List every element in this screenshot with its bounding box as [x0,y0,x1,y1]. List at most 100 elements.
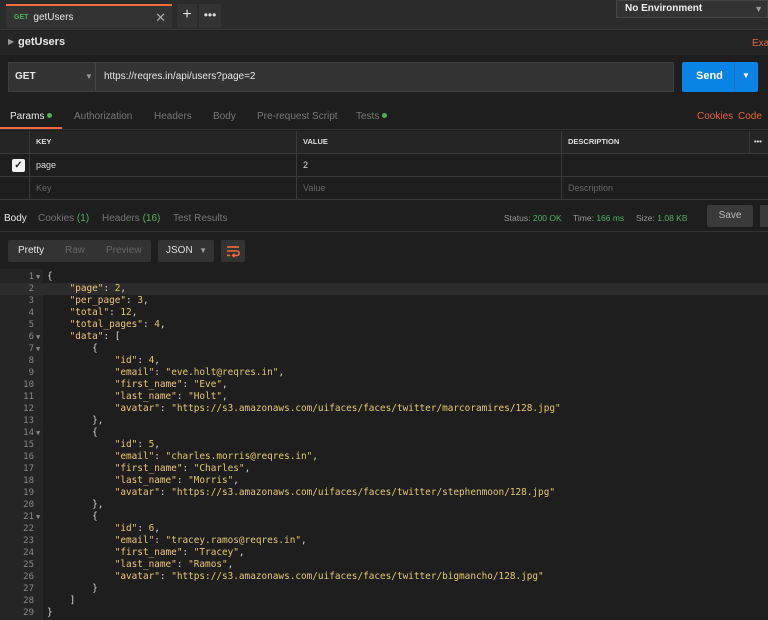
tab-tests-label: Tests [356,111,380,122]
line-number: 9 [28,368,34,378]
tab-response-body[interactable]: Body [4,213,27,224]
code-line: 25 "last_name": "Ramos", [0,559,768,571]
line-number: 11 [23,392,34,402]
code-text: "first_name": "Charles", [114,463,251,474]
wrap-lines-button[interactable] [221,240,245,262]
request-tabs: Params Authorization Headers Body Pre-re… [0,104,768,130]
code-line: 19 "avatar": "https://s3.amazonaws.com/u… [0,487,768,499]
code-line: 24 "first_name": "Tracey", [0,547,768,559]
format-select[interactable]: JSON ▼ [158,240,214,262]
fold-toggle-icon[interactable]: ▼ [36,343,40,355]
fold-toggle-icon[interactable]: ▼ [36,511,40,523]
send-button[interactable]: Send ▼ [682,62,758,92]
preview-mode-button[interactable]: Preview [106,245,142,256]
close-icon[interactable]: ✕ [155,10,166,26]
code-text: { [47,343,98,354]
code-line: 7 ▼ { [0,343,768,355]
pretty-mode-button[interactable]: Pretty [18,245,44,256]
code-text: }, [47,499,104,510]
code-text: "data": [ [69,331,121,342]
param-enabled-checkbox[interactable]: ✓ [12,159,25,172]
tab-method-badge: GET [14,13,29,21]
save-response-button[interactable]: Save [707,205,753,227]
environment-select[interactable]: No Environment ▼ [616,0,768,18]
code-text: "id": 4, [114,355,160,366]
tab-headers[interactable]: Headers [154,111,192,122]
line-number: 24 [23,548,34,558]
size-value: 1.08 KB [657,213,688,223]
response-body-editor[interactable]: 1 ▼{2 "page": 2, 3 "per_page": 3, 4 "total"… [0,269,768,620]
response-size: Size: 1.08 KB [636,213,688,223]
table-row: ✓ page 2 [0,154,768,177]
tab-tests[interactable]: Tests [356,111,388,122]
fold-toggle-icon[interactable]: ▼ [36,427,40,439]
cookies-link[interactable]: Cookies [697,111,733,122]
fold-toggle-icon[interactable]: ▼ [36,271,40,283]
add-tab-button[interactable]: + [177,4,197,28]
chevron-down-icon: ▼ [754,4,763,14]
code-text: "email": "tracey.ramos@reqres.in", [114,535,307,546]
param-description-cell[interactable] [561,154,768,177]
status-value: 200 OK [532,213,562,223]
code-line: 26 "avatar": "https://s3.amazonaws.com/u… [0,571,768,583]
code-text: { [47,271,53,282]
code-text: "id": 5, [114,439,160,450]
expand-triangle-icon[interactable]: ▶ [8,37,14,46]
new-description-input[interactable]: Description [561,177,768,200]
tab-response-cookies[interactable]: Cookies (1) [38,213,89,224]
column-header-description: DESCRIPTION [561,131,749,154]
tab-prerequest-script[interactable]: Pre-request Script [257,111,338,122]
new-value-input[interactable]: Value [296,177,561,200]
line-number: 7 [28,344,34,354]
tab-authorization[interactable]: Authorization [74,111,132,122]
code-line: 17 "first_name": "Charles", [0,463,768,475]
save-options-button[interactable] [760,205,768,227]
url-input[interactable]: https://reqres.in/api/users?page=2 [104,71,255,82]
chevron-down-icon[interactable]: ▼ [742,71,750,80]
more-tabs-button[interactable]: ••• [199,4,221,28]
raw-mode-button[interactable]: Raw [65,245,85,256]
code-line: 4 "total": 12, [0,307,768,319]
code-text: { [47,427,98,438]
tab-params-label: Params [10,111,45,122]
code-link[interactable]: Code [738,111,762,122]
code-line: 28 ] [0,595,768,607]
code-line: 14 ▼ { [0,427,768,439]
examples-link[interactable]: Exa [752,38,768,49]
tab-test-results[interactable]: Test Results [173,213,227,224]
line-number: 13 [23,416,34,426]
line-number: 5 [28,320,34,330]
fold-toggle-icon[interactable]: ▼ [36,331,40,343]
param-key-cell[interactable]: page [29,154,296,177]
code-text: { [47,511,98,522]
response-tabs: Body Cookies (1) Headers (16) Test Resul… [0,206,768,232]
more-options-icon[interactable]: ••• [749,131,768,154]
params-indicator-dot [47,113,53,118]
line-number: 18 [23,476,34,486]
tab-response-headers[interactable]: Headers (16) [102,213,160,224]
code-line: 6 ▼ "data": [ [0,331,768,343]
status-label: Status: [504,213,531,223]
wrap-lines-icon [227,246,240,258]
tab-params[interactable]: Params [10,111,53,122]
code-text: } [47,583,98,594]
line-number: 12 [23,404,34,414]
code-line: 5 "total_pages": 4, [0,319,768,331]
param-value-cell[interactable]: 2 [296,154,561,177]
chevron-down-icon[interactable]: ▼ [85,72,93,81]
line-number: 17 [23,464,34,474]
code-text: "email": "charles.morris@reqres.in", [114,451,318,462]
line-number: 22 [23,524,34,534]
line-number: 23 [23,536,34,546]
code-text: "page": 2, [69,283,127,294]
method-select[interactable]: GET [15,71,36,82]
line-number: 6 [28,332,34,342]
code-line: 10 "first_name": "Eve", [0,379,768,391]
request-tab[interactable]: GET getUsers ✕ [6,4,172,28]
line-number: 29 [23,608,34,618]
tab-body[interactable]: Body [213,111,236,122]
request-title: getUsers [18,36,66,48]
code-text: ] [47,595,76,606]
new-key-input[interactable]: Key [29,177,296,200]
code-line: 21 ▼ { [0,511,768,523]
